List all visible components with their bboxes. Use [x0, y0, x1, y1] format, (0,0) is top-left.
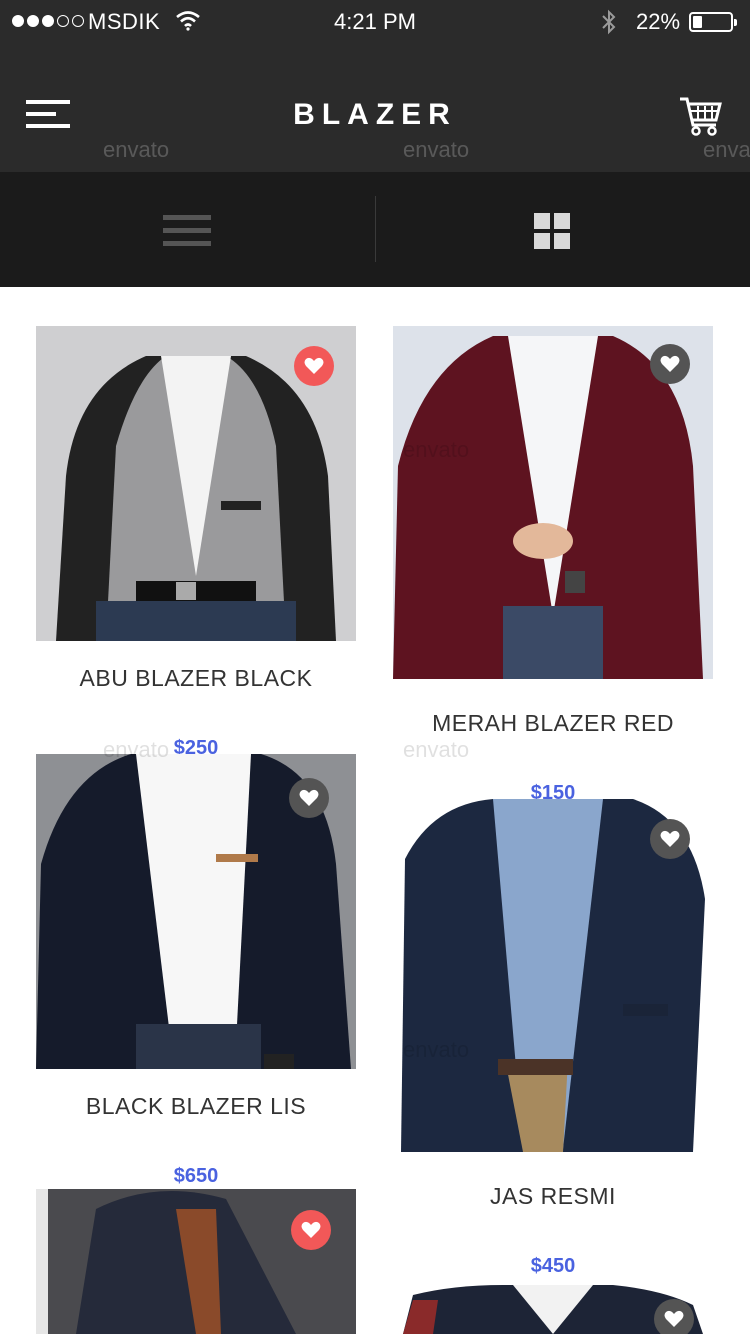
heart-icon	[304, 357, 324, 374]
heart-icon	[664, 1310, 684, 1327]
watermark: envato	[103, 137, 170, 162]
watermark: envato	[403, 437, 470, 462]
battery-percent: 22%	[636, 9, 681, 34]
heart-icon	[660, 830, 680, 847]
view-toggle-bar	[0, 172, 750, 287]
heart-icon	[301, 1221, 321, 1238]
app-header: MSDIK 4:21 PM 22% BLAZER envato envato e…	[0, 0, 750, 172]
divider	[375, 196, 376, 262]
favorite-button[interactable]	[650, 344, 690, 384]
watermark: envato	[403, 137, 470, 162]
bluetooth-icon	[602, 9, 616, 35]
favorite-button[interactable]	[654, 1299, 694, 1334]
grid-view-icon[interactable]	[534, 213, 572, 249]
heart-icon	[299, 789, 319, 806]
product-price: $650	[173, 1165, 219, 1187]
favorite-button[interactable]	[291, 1210, 331, 1250]
cart-icon[interactable]	[678, 95, 722, 137]
watermark: envato	[703, 137, 750, 162]
product-grid: ABU BLAZER BLACK $250 MERAH BLAZER RED $…	[0, 287, 750, 1334]
favorite-button[interactable]	[294, 346, 334, 386]
list-view-icon[interactable]	[163, 213, 211, 249]
product-name: ABU BLAZER BLACK	[79, 665, 313, 691]
status-bar: MSDIK 4:21 PM 22%	[0, 0, 750, 44]
battery-icon	[689, 12, 737, 32]
product-name: JAS RESMI	[490, 1183, 616, 1209]
page-title: BLAZER	[293, 98, 457, 131]
watermark: envato	[403, 737, 470, 762]
product-price: $450	[530, 1255, 576, 1277]
watermark: envato	[103, 737, 170, 762]
product-name: BLACK BLAZER LIS	[85, 1093, 307, 1119]
favorite-button[interactable]	[650, 819, 690, 859]
product-name: MERAH BLAZER RED	[432, 710, 674, 736]
heart-icon	[660, 355, 680, 372]
watermark: envato	[403, 1037, 470, 1062]
favorite-button[interactable]	[289, 778, 329, 818]
